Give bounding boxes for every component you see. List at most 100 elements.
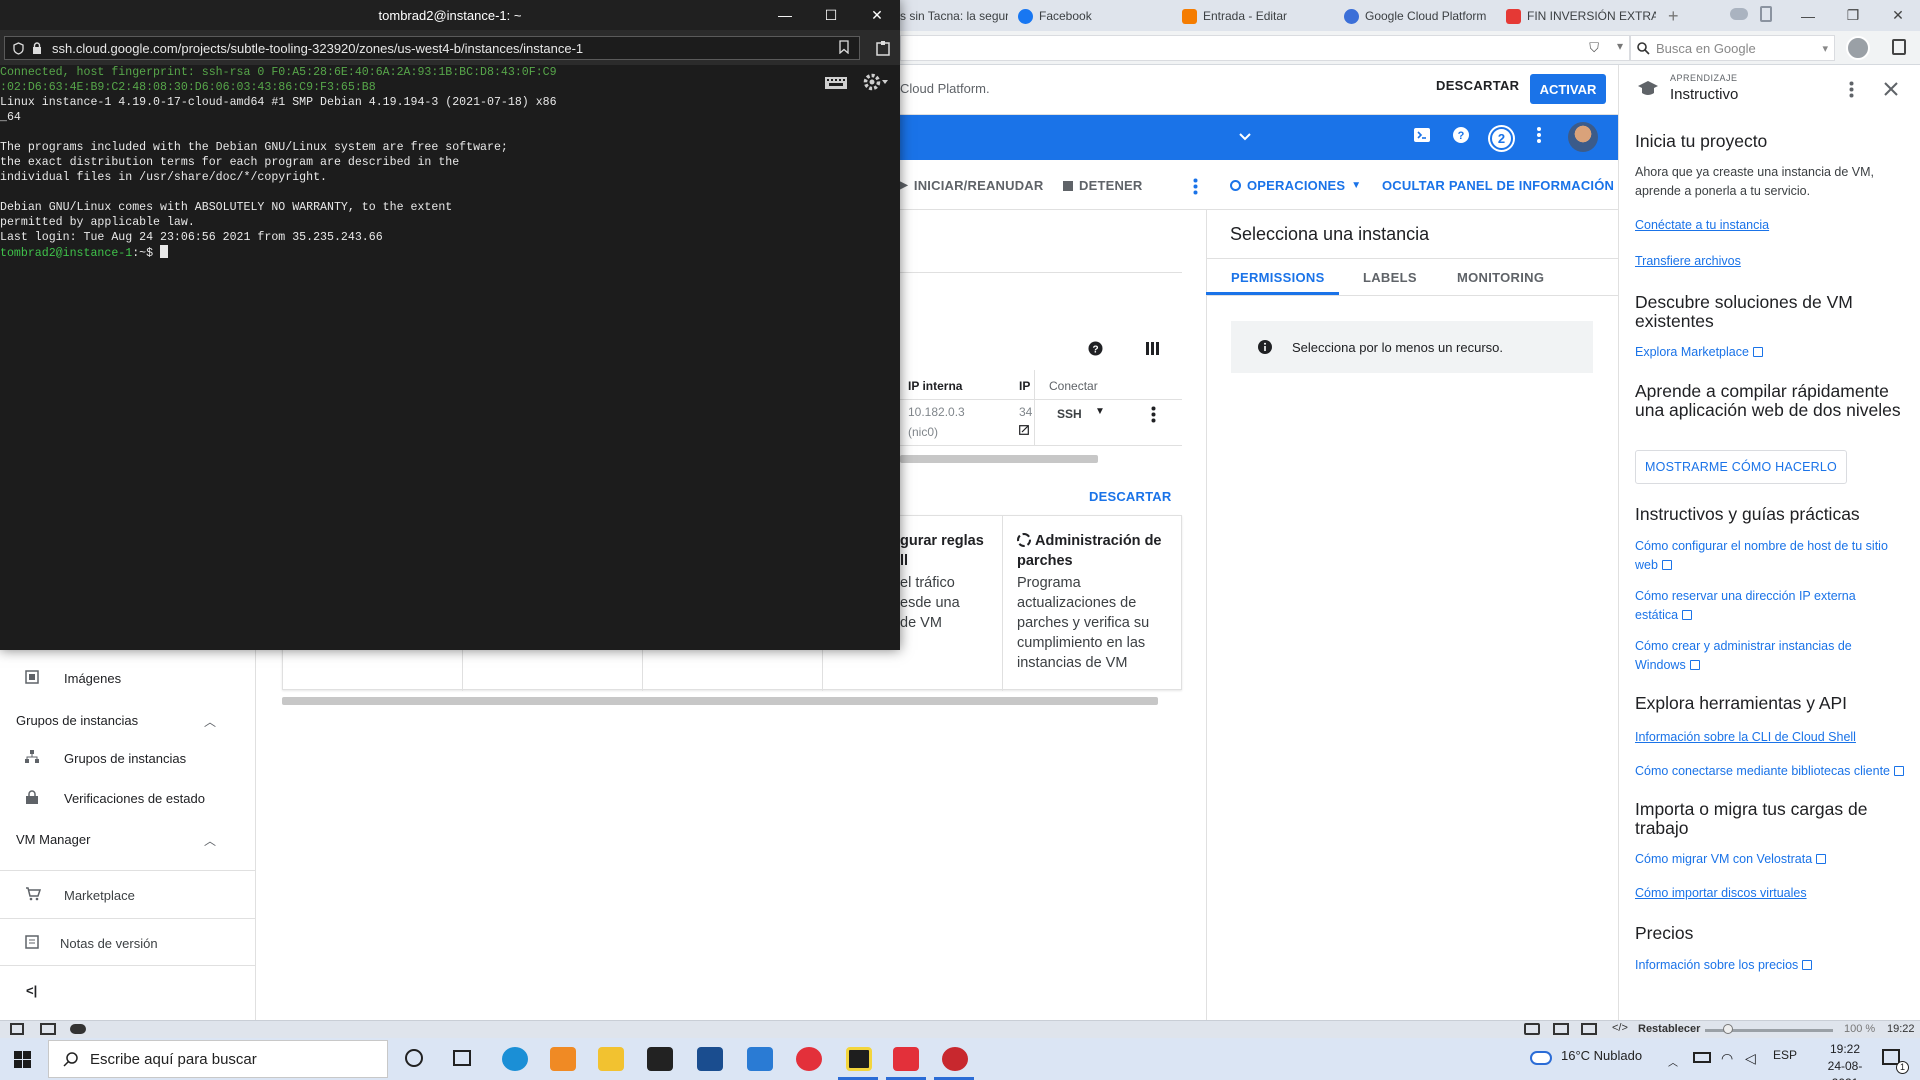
sidebar-item-images[interactable]: Imágenes [0,660,256,696]
close-icon[interactable]: ✕ [1875,0,1920,31]
help-icon[interactable]: ? [1452,126,1470,144]
image-icon[interactable] [1581,1023,1597,1035]
hide-info-panel-button[interactable]: OCULTAR PANEL DE INFORMACIÓN [1382,178,1614,193]
sidebar-item-instance-groups[interactable]: Grupos de instancias [0,740,256,776]
browser-tab[interactable]: s sin Tacna: la segur [900,4,1008,28]
store-icon[interactable] [647,1047,673,1071]
sidebar-group-instance-groups[interactable]: Grupos de instancias [16,713,138,728]
operations-button[interactable]: OPERACIONES ▼ [1230,178,1361,193]
notifications-badge[interactable]: 2 [1490,127,1513,150]
settings-gear-icon[interactable] [862,72,888,92]
sidebar-group-vm-manager[interactable]: VM Manager [16,832,90,847]
tutorial-link-disks[interactable]: Cómo importar discos virtuales [1635,884,1920,903]
columns-icon[interactable] [1146,342,1159,355]
ssh-button[interactable]: SSH [1057,407,1082,421]
minimize-icon[interactable]: — [1785,0,1831,31]
browser-tab[interactable]: Entrada - Editar [1182,4,1332,28]
bookmark-icon[interactable]: ⛉ [1589,40,1599,56]
weather-text[interactable]: 16°C Nublado [1561,1048,1642,1063]
tutorial-link-static-ip[interactable]: Cómo reservar una dirección IP externa e… [1635,587,1895,625]
taskbar-clock[interactable]: 19:22 24-08-2021 [1815,1041,1875,1080]
terminal[interactable]: Connected, host fingerprint: ssh-rsa 0 F… [0,65,900,650]
close-icon[interactable]: ✕ [854,0,900,30]
table-help-icon[interactable]: ? [1088,341,1103,356]
extensions-icon[interactable] [876,40,890,56]
file-explorer-icon[interactable] [598,1047,624,1071]
tutorial-link-pricing[interactable]: Información sobre los precios [1635,956,1920,975]
tutorial-link-velostrata[interactable]: Cómo migrar VM con Velostrata [1635,850,1920,869]
browser-url-field[interactable]: ⛉ ▾ [900,35,1630,61]
show-me-how-button[interactable]: MOSTRARME CÓMO HACERLO [1635,450,1847,484]
tutorial-link-transfer[interactable]: Transfiere archivos [1635,252,1920,271]
terminal-prompt-line[interactable]: tombrad2@instance-1:~$ [0,245,900,260]
col-external-ip[interactable]: IP [1019,379,1030,393]
external-link-icon[interactable] [1019,425,1029,435]
trash-icon[interactable] [1760,6,1772,22]
taskbar-search[interactable]: Escribe aquí para buscar [48,1040,388,1078]
tutorial-link-connect[interactable]: Conéctate a tu instancia [1635,216,1920,235]
camera-icon[interactable] [1524,1023,1540,1035]
edge-icon[interactable] [502,1047,528,1071]
tutorial-link-cli[interactable]: Información sobre la CLI de Cloud Shell [1635,728,1920,747]
browser-search-field[interactable]: Busca en Google ▾ [1630,35,1835,61]
keyboard-icon[interactable] [825,77,847,89]
tutorial-link-hostname[interactable]: Cómo configurar el nombre de host de tu … [1635,537,1910,575]
sidebar-item-release-notes[interactable]: Notas de versión [0,925,256,961]
sticky-notes-icon[interactable] [846,1047,872,1071]
language-indicator[interactable]: ESP [1773,1048,1797,1062]
table-row[interactable]: 10.182.0.3 (nic0) 34 SSH ▼ [900,400,1182,446]
sidebar-item-health-checks[interactable]: Verificaciones de estado [0,780,256,816]
windows-start-icon[interactable] [14,1051,31,1068]
stop-button[interactable]: DETENER [1063,178,1143,193]
code-icon[interactable]: </> [1612,1022,1628,1034]
more-vert-icon[interactable] [1536,126,1542,144]
dropdown-icon[interactable]: ▾ [1617,39,1623,53]
chevron-up-icon[interactable]: ︿ [1668,1054,1678,1069]
bookmark-icon[interactable] [839,40,849,54]
cards-scrollbar[interactable] [282,697,1158,705]
ssh-url-field[interactable]: ssh.cloud.google.com/projects/subtle-too… [4,36,860,60]
cloud-shell-icon[interactable] [1413,126,1431,144]
cards-dismiss-button[interactable]: DESCARTAR [1089,489,1171,504]
zoom-slider-thumb[interactable] [1723,1024,1733,1034]
tab-labels[interactable]: LABELS [1363,270,1417,285]
account-avatar[interactable] [1568,122,1598,152]
browser-tab[interactable]: Google Cloud Platform [1344,4,1494,28]
table-scrollbar[interactable] [900,455,1098,463]
extensions-icon[interactable] [1892,39,1906,55]
browser-tab[interactable]: Facebook [1018,4,1168,28]
browser-tab[interactable]: FIN INVERSIÓN EXTRAN [1506,4,1656,28]
dismiss-trial-button[interactable]: DESCARTAR [1436,78,1519,93]
ssh-dropdown-icon[interactable]: ▼ [1095,406,1105,417]
volume-icon[interactable]: ◁ [1745,1050,1756,1067]
row-more-icon[interactable] [1151,406,1156,423]
ssh-title-bar[interactable]: tombrad2@instance-1: ~ — ☐ ✕ [0,0,900,30]
chevron-up-icon[interactable]: ︿ [204,832,216,849]
tutorial-link-marketplace[interactable]: Explora Marketplace [1635,343,1920,362]
external-ip-value[interactable]: 34 [1019,405,1032,419]
battery-icon[interactable] [1693,1052,1711,1063]
app-icon[interactable] [942,1047,968,1071]
security-icon[interactable] [697,1047,723,1071]
vivaldi-window-icon[interactable] [893,1047,919,1071]
restore-zoom-button[interactable]: Restablecer [1638,1023,1700,1035]
card-patch[interactable]: Administración de parches [1017,531,1177,571]
window-icon[interactable] [1553,1023,1569,1035]
close-icon[interactable] [1884,82,1898,96]
minimize-icon[interactable]: — [762,0,808,30]
vivaldi-icon[interactable] [796,1047,822,1071]
tutorial-link-libraries[interactable]: Cómo conectarse mediante bibliotecas cli… [1635,762,1920,781]
app-icon[interactable] [550,1047,576,1071]
col-internal-ip[interactable]: IP interna [908,379,962,393]
start-resume-button[interactable]: ▶ INICIAR/REANUDAR [900,178,1043,193]
sidebar-item-marketplace[interactable]: Marketplace [0,877,256,913]
card-firewall[interactable]: gurar reglas ll [900,531,984,571]
wifi-icon[interactable]: ◠ [1721,1050,1733,1067]
dropdown-icon[interactable]: ▾ [1822,42,1828,55]
cloud-icon[interactable] [1730,8,1748,20]
ssh-window[interactable]: tombrad2@instance-1: ~ — ☐ ✕ ssh.cloud.g… [0,0,900,650]
profile-avatar[interactable] [1846,36,1870,60]
sync-cloud-icon[interactable] [70,1024,86,1034]
more-actions-icon[interactable] [1193,178,1198,195]
activate-button[interactable]: ACTIVAR [1530,74,1606,104]
